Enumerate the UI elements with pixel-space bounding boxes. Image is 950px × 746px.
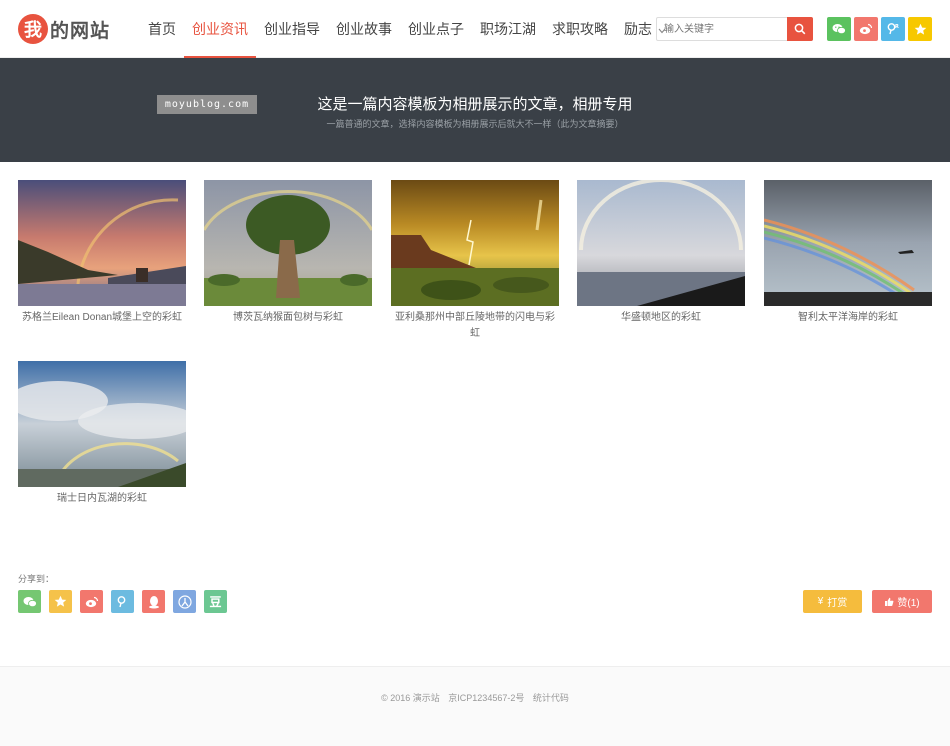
- photo-washington-rainbow[interactable]: [577, 180, 745, 306]
- like-button[interactable]: 赞(1): [872, 590, 932, 613]
- gallery-item[interactable]: 瑞士日内瓦湖的彩虹: [18, 361, 186, 507]
- douban-icon: 豆: [209, 595, 222, 609]
- search-button[interactable]: [787, 17, 813, 41]
- logo-mark: 我: [18, 14, 48, 44]
- weibo-icon: [85, 596, 98, 607]
- like-label: 赞(1): [897, 598, 920, 609]
- gallery-caption: 瑞士日内瓦湖的彩虹: [57, 493, 147, 504]
- main-nav: 首页 创业资讯 创业指导 创业故事 创业点子 职场江湖 求职攻略 励志: [140, 0, 674, 58]
- nav-item-job-tips[interactable]: 求职攻略: [544, 0, 616, 58]
- article-title: 这是一篇内容模板为相册展示的文章，相册专用: [317, 96, 633, 113]
- icp-link[interactable]: 京ICP1234567-2号: [448, 693, 524, 703]
- reward-button[interactable]: ¥ 打赏: [803, 590, 862, 613]
- stats-code: 统计代码: [532, 693, 569, 703]
- share-favorite-button[interactable]: [49, 590, 72, 613]
- share-weibo-button[interactable]: [80, 590, 103, 613]
- gallery-item[interactable]: 苏格兰Eilean Donan城堡上空的彩虹: [18, 180, 186, 326]
- gallery-item[interactable]: 华盛顿地区的彩虹: [577, 180, 745, 326]
- nav-item-startup-news[interactable]: 创业资讯: [184, 0, 256, 58]
- article-summary: 一篇普通的文章，选择内容模板为相册展示后就大不一样（此为文章摘要）: [326, 119, 624, 129]
- weibo-button[interactable]: [854, 17, 878, 41]
- photo-chile-pacific-rainbow[interactable]: [764, 180, 932, 306]
- photo-scotland-castle-rainbow[interactable]: [18, 180, 186, 306]
- copyright-text: © 2016 演示站: [381, 693, 440, 703]
- share-renren-button[interactable]: [173, 590, 196, 613]
- nav-item-home[interactable]: 首页: [140, 0, 184, 58]
- site-footer: © 2016 演示站 京ICP1234567-2号 统计代码: [0, 666, 950, 746]
- reward-label: 打赏: [827, 598, 848, 609]
- share-wechat-button[interactable]: [18, 590, 41, 613]
- gallery-caption: 亚利桑那州中部丘陵地带的闪电与彩虹: [395, 312, 555, 339]
- site-header: 我 的网站 首页 创业资讯 创业指导 创业故事 创业点子 职场江湖 求职攻略 励…: [0, 0, 950, 58]
- star-icon: [914, 23, 926, 35]
- nav-item-startup-ideas[interactable]: 创业点子: [400, 0, 472, 58]
- share-douban-button[interactable]: 豆: [204, 590, 227, 613]
- share-tencent-weibo-button[interactable]: [111, 590, 134, 613]
- svg-text:R: R: [895, 24, 899, 30]
- search-box: [656, 17, 813, 41]
- star-icon: [54, 595, 67, 607]
- share-label: 分享到：: [18, 574, 55, 584]
- nav-item-startup-stories[interactable]: 创业故事: [328, 0, 400, 58]
- gallery-caption: 智利太平洋海岸的彩虹: [798, 312, 898, 323]
- footer-info: © 2016 演示站 京ICP1234567-2号 统计代码: [0, 691, 950, 704]
- share-bar: 豆: [18, 590, 235, 613]
- gallery-item[interactable]: 智利太平洋海岸的彩虹: [764, 180, 932, 326]
- yen-icon: ¥: [817, 596, 824, 607]
- wechat-icon: [832, 24, 846, 35]
- thumbs-up-icon: [885, 597, 894, 606]
- qq-icon: [148, 595, 159, 608]
- photo-lake-geneva-rainbow[interactable]: [18, 361, 186, 487]
- nav-item-workplace[interactable]: 职场江湖: [472, 0, 544, 58]
- site-logo[interactable]: 我 的网站: [18, 12, 110, 46]
- logo-text: 的网站: [50, 19, 111, 42]
- photo-baobab-rainbow[interactable]: [204, 180, 372, 306]
- favorite-button[interactable]: [908, 17, 932, 41]
- tencent-weibo-icon: R: [887, 23, 899, 35]
- share-qq-button[interactable]: [142, 590, 165, 613]
- gallery-item[interactable]: 博茨瓦纳猴面包树与彩虹: [204, 180, 372, 326]
- tencent-weibo-icon: [117, 595, 125, 607]
- search-input[interactable]: [657, 18, 787, 40]
- renren-icon: [177, 594, 192, 609]
- nav-item-inspiration-label: 励志: [624, 21, 652, 37]
- gallery-caption: 华盛顿地区的彩虹: [621, 312, 701, 323]
- wechat-icon: [23, 596, 37, 607]
- search-icon: [794, 23, 806, 35]
- article-banner: moyublog.com 这是一篇内容模板为相册展示的文章，相册专用 一篇普通的…: [0, 58, 950, 162]
- nav-item-startup-guide[interactable]: 创业指导: [256, 0, 328, 58]
- gallery-caption: 苏格兰Eilean Donan城堡上空的彩虹: [21, 312, 183, 323]
- photo-arizona-lightning-rainbow[interactable]: [391, 180, 559, 306]
- tencent-weibo-button[interactable]: R: [881, 17, 905, 41]
- gallery-caption: 博茨瓦纳猴面包树与彩虹: [233, 312, 343, 323]
- gallery-item[interactable]: 亚利桑那州中部丘陵地带的闪电与彩虹: [391, 180, 559, 342]
- weibo-icon: [859, 23, 873, 35]
- wechat-button[interactable]: [827, 17, 851, 41]
